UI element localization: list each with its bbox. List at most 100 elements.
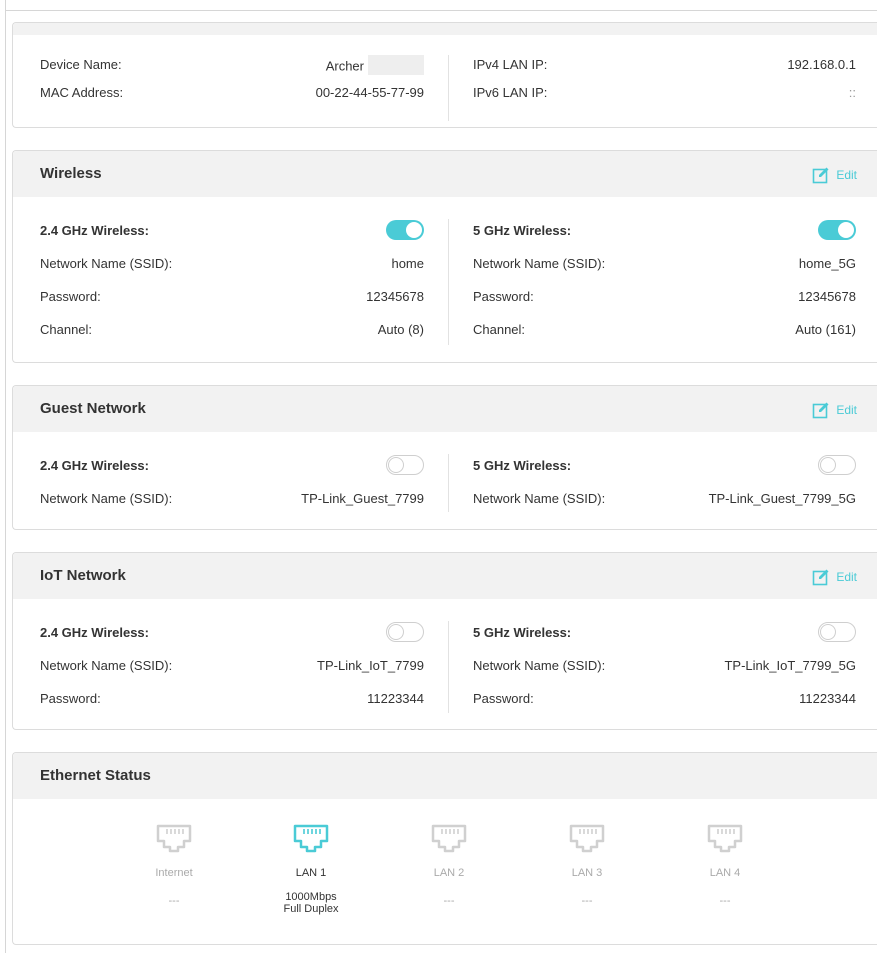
iot-network-title: IoT Network (40, 567, 126, 584)
port-lan1: LAN 1 1000Mbps Full Duplex (276, 823, 346, 915)
device-info-header-strip (13, 23, 877, 35)
ipv4-label: IPv4 LAN IP: (473, 57, 548, 72)
channel-value: Auto (8) (377, 322, 424, 337)
guest-5-row: 5 GHz Wireless: (473, 455, 856, 491)
ssid-value: TP-Link_Guest_7799 (301, 491, 424, 506)
guest-5-ssid-row: Network Name (SSID): TP-Link_Guest_7799_… (473, 491, 856, 524)
password-value: 11223344 (799, 691, 856, 706)
ethernet-port-icon (431, 824, 467, 853)
ethernet-status-title: Ethernet Status (40, 767, 151, 784)
port-speed: 1000Mbps (285, 891, 337, 903)
mac-address-value: 00-22-44-55-77-99 (315, 85, 424, 100)
iot-edit-label: Edit (836, 570, 857, 584)
wireless-5-row: 5 GHz Wireless: (473, 220, 856, 256)
port-status: --- (581, 895, 593, 907)
iot-network-card: IoT Network Edit 2.4 GHz Wireless: Netwo… (12, 552, 877, 730)
password-label: Password: (40, 691, 101, 706)
guest-network-header: Guest Network Edit (13, 386, 877, 432)
port-lan3: LAN 3 --- (552, 823, 622, 907)
ethernet-port-icon (156, 824, 192, 853)
wireless-body: 2.4 GHz Wireless: Network Name (SSID): h… (13, 197, 877, 363)
wireless-edit-label: Edit (836, 168, 857, 182)
iot-divider (448, 621, 449, 713)
port-status: --- (719, 895, 731, 907)
port-status: 1000Mbps Full Duplex (276, 891, 346, 915)
ssid-value: TP-Link_Guest_7799_5G (708, 491, 856, 506)
ipv4-value: 192.168.0.1 (787, 57, 856, 72)
port-label: LAN 1 (295, 867, 327, 879)
port-label: LAN 2 (433, 867, 465, 879)
ssid-value: TP-Link_IoT_7799 (317, 658, 424, 673)
edit-icon (813, 569, 829, 586)
ipv6-label: IPv6 LAN IP: (473, 85, 548, 100)
port-status: --- (443, 895, 455, 907)
wireless-24-row: 2.4 GHz Wireless: (40, 220, 424, 256)
port-label: LAN 4 (709, 867, 741, 879)
ssid-value: TP-Link_IoT_7799_5G (724, 658, 856, 673)
mac-address-label: MAC Address: (40, 85, 124, 100)
iot-5-password-row: Password: 11223344 (473, 691, 856, 724)
wireless-24-password-row: Password: 12345678 (40, 289, 424, 322)
edit-icon (813, 167, 829, 184)
ssid-label: Network Name (SSID): (40, 658, 173, 673)
guest-divider (448, 454, 449, 512)
iot-24-toggle[interactable] (386, 622, 424, 642)
iot-24-label: 2.4 GHz Wireless: (40, 625, 149, 640)
guest-network-card: Guest Network Edit 2.4 GHz Wireless: Net… (12, 385, 877, 530)
ethernet-port-icon (569, 824, 605, 853)
wireless-divider (448, 219, 449, 345)
iot-edit-button[interactable]: Edit (812, 568, 857, 586)
password-label: Password: (40, 289, 101, 304)
ssid-label: Network Name (SSID): (40, 491, 173, 506)
port-internet: Internet --- (139, 823, 209, 907)
guest-network-body: 2.4 GHz Wireless: Network Name (SSID): T… (13, 432, 877, 530)
channel-label: Channel: (473, 322, 526, 337)
wireless-5-password-row: Password: 12345678 (473, 289, 856, 322)
ipv6-row: IPv6 LAN IP: :: (473, 85, 856, 118)
wireless-24-channel-row: Channel: Auto (8) (40, 322, 424, 355)
ssid-value: home (391, 256, 424, 271)
iot-network-body: 2.4 GHz Wireless: Network Name (SSID): T… (13, 599, 877, 730)
iot-24-ssid-row: Network Name (SSID): TP-Link_IoT_7799 (40, 658, 424, 691)
wireless-header: Wireless Edit (13, 151, 877, 197)
guest-edit-button[interactable]: Edit (812, 401, 857, 419)
wireless-5-label: 5 GHz Wireless: (473, 223, 572, 238)
iot-24-row: 2.4 GHz Wireless: (40, 622, 424, 658)
guest-24-toggle[interactable] (386, 455, 424, 475)
ssid-label: Network Name (SSID): (473, 491, 606, 506)
ethernet-port-icon (293, 824, 329, 853)
wireless-title: Wireless (40, 165, 102, 182)
wireless-5-toggle[interactable] (818, 220, 856, 240)
ethernet-status-card: Ethernet Status Internet --- LAN 1 1000M… (12, 752, 877, 945)
wireless-24-label: 2.4 GHz Wireless: (40, 223, 149, 238)
ssid-label: Network Name (SSID): (473, 658, 606, 673)
password-label: Password: (473, 691, 534, 706)
ethernet-status-body: Internet --- LAN 1 1000Mbps Full Duplex … (13, 799, 877, 945)
wireless-24-toggle[interactable] (386, 220, 424, 240)
ssid-value: home_5G (798, 256, 856, 271)
device-info-body: Device Name: Archer MAC Address: 00-22-4… (13, 35, 877, 129)
iot-5-row: 5 GHz Wireless: (473, 622, 856, 658)
device-name-label: Device Name: (40, 57, 122, 72)
guest-5-toggle[interactable] (818, 455, 856, 475)
device-name-value: Archer (326, 55, 424, 77)
frame-left-border (5, 0, 6, 953)
iot-network-header: IoT Network Edit (13, 553, 877, 599)
ethernet-status-header: Ethernet Status (13, 753, 877, 799)
mac-address-row: MAC Address: 00-22-44-55-77-99 (40, 85, 424, 118)
password-value: 12345678 (798, 289, 856, 304)
ssid-label: Network Name (SSID): (40, 256, 173, 271)
guest-network-title: Guest Network (40, 400, 146, 417)
wireless-card: Wireless Edit 2.4 GHz Wireless: Network … (12, 150, 877, 363)
guest-5-label: 5 GHz Wireless: (473, 458, 572, 473)
port-label: Internet (155, 867, 193, 879)
port-lan2: LAN 2 --- (414, 823, 484, 907)
wireless-edit-button[interactable]: Edit (812, 166, 857, 184)
iot-5-toggle[interactable] (818, 622, 856, 642)
edit-icon (813, 402, 829, 419)
guest-24-label: 2.4 GHz Wireless: (40, 458, 149, 473)
channel-value: Auto (161) (795, 322, 856, 337)
port-duplex: Full Duplex (283, 903, 339, 915)
password-label: Password: (473, 289, 534, 304)
wireless-5-channel-row: Channel: Auto (161) (473, 322, 856, 355)
